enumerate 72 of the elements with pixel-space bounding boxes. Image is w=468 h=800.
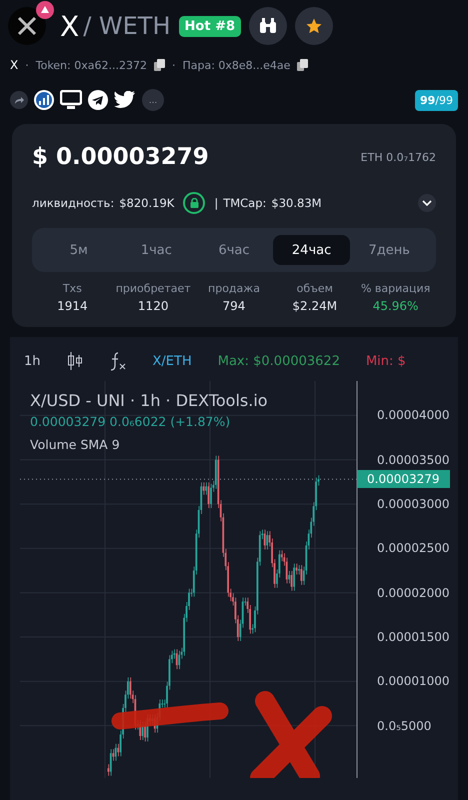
eth-price: ETH 0.0₇1762 <box>360 150 436 164</box>
bird-icon <box>114 91 136 109</box>
axis-label: 0.00003000 <box>376 497 450 512</box>
axis-label: 0.00002500 <box>376 541 450 556</box>
axis-label: 0.0₅5000 <box>376 718 432 733</box>
chart-title: X/USD - UNI · 1h · DEXTools.io <box>30 391 268 410</box>
stat-label: объем <box>296 282 333 295</box>
axis-label: 0.00004000 <box>376 408 450 422</box>
quote-token-symbol: / WETH <box>83 12 171 40</box>
max-price: Max: $0.00003622 <box>218 354 340 368</box>
last-price-label: 0.00003279 <box>357 470 450 488</box>
stat-value: 794 <box>222 299 246 313</box>
axis-label: 0.00001500 <box>376 630 450 644</box>
chevron-down-icon <box>422 200 432 206</box>
axis-label: 0.00002000 <box>376 586 450 600</box>
stat-label: Txs <box>62 282 82 295</box>
base-token-symbol: X <box>60 10 80 42</box>
stat-label: приобретает <box>116 282 191 295</box>
website-link[interactable] <box>60 90 82 110</box>
indicator-label: Volume SMA 9 <box>30 437 121 452</box>
copy-button[interactable] <box>154 59 165 71</box>
axis-label: 0.00001000 <box>376 674 450 688</box>
stat-label: % вариация <box>360 282 430 295</box>
expand-button[interactable] <box>418 194 436 212</box>
copy-icon <box>154 59 165 71</box>
bar-chart-icon <box>34 90 54 110</box>
token-address: Token: 0xa62...2372 <box>36 58 147 72</box>
liquidity-value: $820.19K <box>119 196 174 210</box>
hot-badge: Hot #8 <box>178 16 242 36</box>
more-button[interactable]: ... <box>142 89 164 111</box>
separator-text: | <box>214 196 218 210</box>
telegram-icon <box>88 90 108 110</box>
separator-dot: · <box>172 58 176 72</box>
token-symbol: X <box>10 58 18 72</box>
twitter-link[interactable] <box>114 91 136 109</box>
timeframe-tab[interactable]: 24час <box>272 235 350 265</box>
indicators-button[interactable] <box>108 351 127 371</box>
pair-toggle[interactable]: X/ETH <box>152 354 192 368</box>
mcap-value: $30.83M <box>271 196 322 210</box>
chart-quote: 0.00003279 0.0₆6022 (+1.87%) <box>30 414 232 429</box>
axis-label: 0.00003500 <box>376 452 450 467</box>
mcap-label: TMCap: <box>223 196 266 210</box>
usd-price: $ 0.00003279 <box>32 144 209 170</box>
score-badge: 99/99 <box>414 90 458 110</box>
monitor-icon <box>60 90 82 110</box>
min-price: Min: $ <box>366 354 406 368</box>
telegram-link[interactable] <box>88 90 108 110</box>
pair-address: Пара: 0x8e8...e4ae <box>182 58 290 72</box>
candles-button[interactable] <box>66 352 83 370</box>
stat-label: продажа <box>208 282 260 295</box>
chart-link[interactable] <box>34 90 54 110</box>
star-icon <box>305 17 324 35</box>
timeframe-tab[interactable]: 1час <box>118 235 196 265</box>
copy-icon <box>297 59 308 71</box>
favorite-button[interactable] <box>295 7 334 45</box>
stat-value: 45.96% <box>372 299 418 313</box>
timeframe-tab[interactable]: 7день <box>350 235 428 265</box>
binoculars-button[interactable] <box>249 7 288 45</box>
stat-value: 1120 <box>138 299 168 313</box>
interval-button[interactable]: 1h <box>24 354 41 368</box>
liquidity-label: ликвидность: <box>32 196 114 210</box>
separator-dot: · <box>25 58 29 72</box>
copy-button[interactable] <box>297 59 308 71</box>
candlestick-icon <box>66 352 83 370</box>
function-icon <box>108 351 127 371</box>
timeframe-tab[interactable]: 6час <box>195 235 273 265</box>
share-button[interactable] <box>10 91 28 109</box>
binoculars-icon <box>259 18 278 34</box>
stat-value: 1914 <box>57 299 88 313</box>
share-icon <box>10 91 28 109</box>
stat-value: $2.24M <box>292 299 338 313</box>
timeframe-tab[interactable]: 5м <box>40 235 118 265</box>
